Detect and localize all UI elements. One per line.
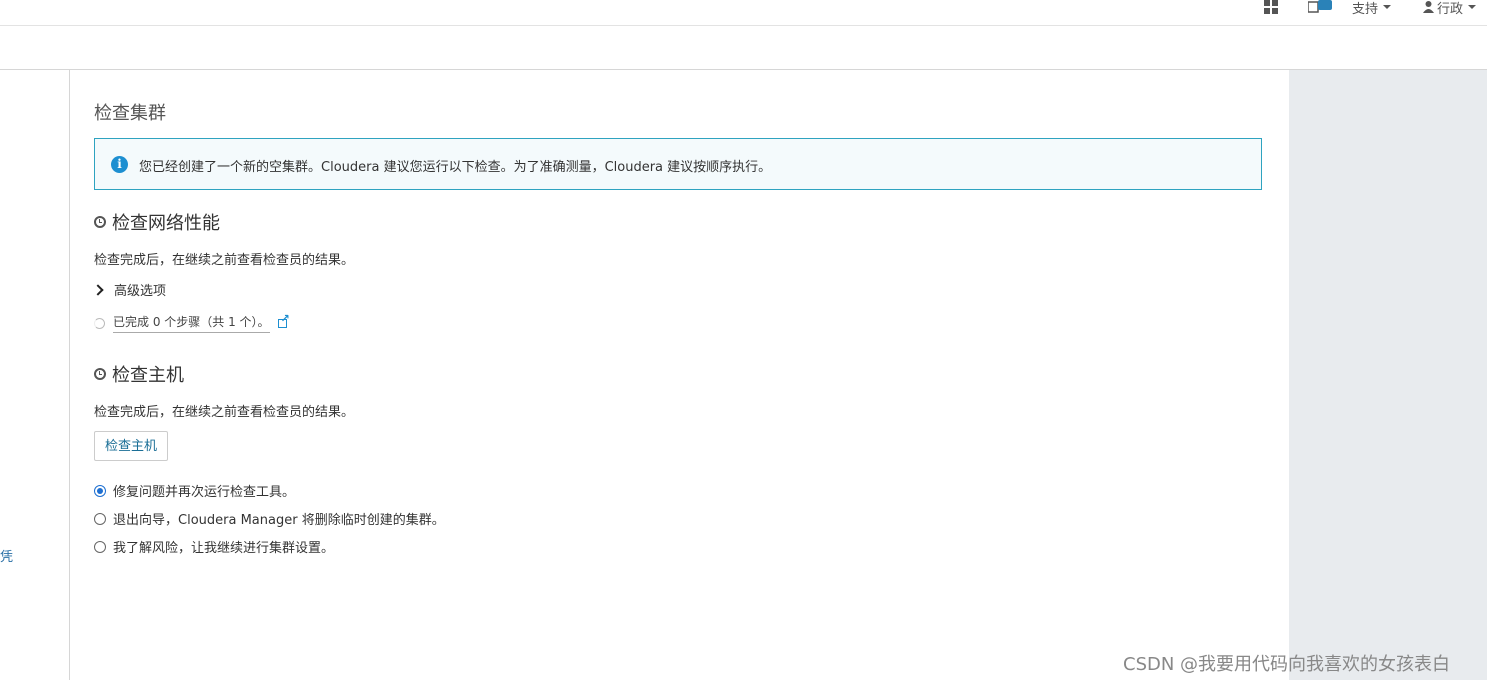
radio-button[interactable] bbox=[94, 512, 106, 525]
network-heading-text: 检查网络性能 bbox=[112, 213, 220, 234]
clock-icon bbox=[94, 216, 106, 228]
radio-button[interactable] bbox=[94, 540, 106, 553]
hosts-description: 检查完成后，在继续之前查看检查员的结果。 bbox=[94, 405, 355, 420]
user-menu[interactable]: 行政 bbox=[1423, 0, 1477, 17]
right-panel bbox=[1289, 70, 1487, 680]
hosts-heading-text: 检查主机 bbox=[112, 365, 184, 386]
alert-message: 您已经创建了一个新的空集群。Cloudera 建议您运行以下检查。为了准确测量，… bbox=[139, 160, 772, 175]
user-label: 行政 bbox=[1437, 1, 1464, 17]
wizard-sidebar: 凭 bbox=[0, 70, 70, 680]
top-navbar: 支持 行政 bbox=[0, 0, 1487, 26]
network-steps-status: 已完成 0 个步骤（共 1 个）。 bbox=[94, 312, 290, 333]
hosts-section-heading: 检查主机 bbox=[94, 361, 184, 387]
clock-icon bbox=[94, 368, 106, 380]
option-exit-wizard[interactable]: 退出向导，Cloudera Manager 将删除临时创建的集群。 bbox=[94, 509, 445, 528]
chevron-down-icon bbox=[1468, 5, 1477, 9]
secondary-bar bbox=[0, 26, 1487, 70]
external-link-icon[interactable] bbox=[277, 312, 290, 329]
option-accept-risk[interactable]: 我了解风险，让我继续进行集群设置。 bbox=[94, 537, 334, 556]
apps-icon[interactable] bbox=[1264, 0, 1278, 14]
spinner-icon bbox=[94, 317, 105, 329]
steps-text[interactable]: 已完成 0 个步骤（共 1 个）。 bbox=[113, 313, 270, 333]
advanced-options-label: 高级选项 bbox=[114, 284, 167, 299]
option-fix-and-rerun[interactable]: 修复问题并再次运行检查工具。 bbox=[94, 481, 295, 500]
network-description: 检查完成后，在继续之前查看检查员的结果。 bbox=[94, 253, 355, 268]
watermark: CSDN @我要用代码向我喜欢的女孩表白 bbox=[1123, 654, 1451, 675]
option-label: 我了解风险，让我继续进行集群设置。 bbox=[113, 541, 335, 556]
info-alert: i 您已经创建了一个新的空集群。Cloudera 建议您运行以下检查。为了准确测… bbox=[94, 138, 1262, 190]
chevron-right-icon bbox=[92, 283, 104, 296]
network-section-heading: 检查网络性能 bbox=[94, 209, 220, 235]
sidebar-item-partial[interactable]: 凭 bbox=[0, 546, 13, 565]
chevron-down-icon bbox=[1383, 5, 1392, 9]
support-label: 支持 bbox=[1352, 1, 1379, 17]
support-menu[interactable]: 支持 bbox=[1352, 0, 1392, 17]
option-label: 修复问题并再次运行检查工具。 bbox=[113, 485, 296, 500]
page-title: 检查集群 bbox=[94, 103, 166, 124]
user-icon bbox=[1423, 1, 1434, 13]
inspect-hosts-button[interactable]: 检查主机 bbox=[94, 431, 168, 461]
radio-button[interactable] bbox=[94, 484, 106, 497]
option-label: 退出向导，Cloudera Manager 将删除临时创建的集群。 bbox=[113, 513, 445, 528]
info-icon: i bbox=[111, 156, 128, 173]
advanced-options-toggle[interactable]: 高级选项 bbox=[92, 280, 167, 299]
notifications-icon[interactable] bbox=[1308, 0, 1334, 14]
